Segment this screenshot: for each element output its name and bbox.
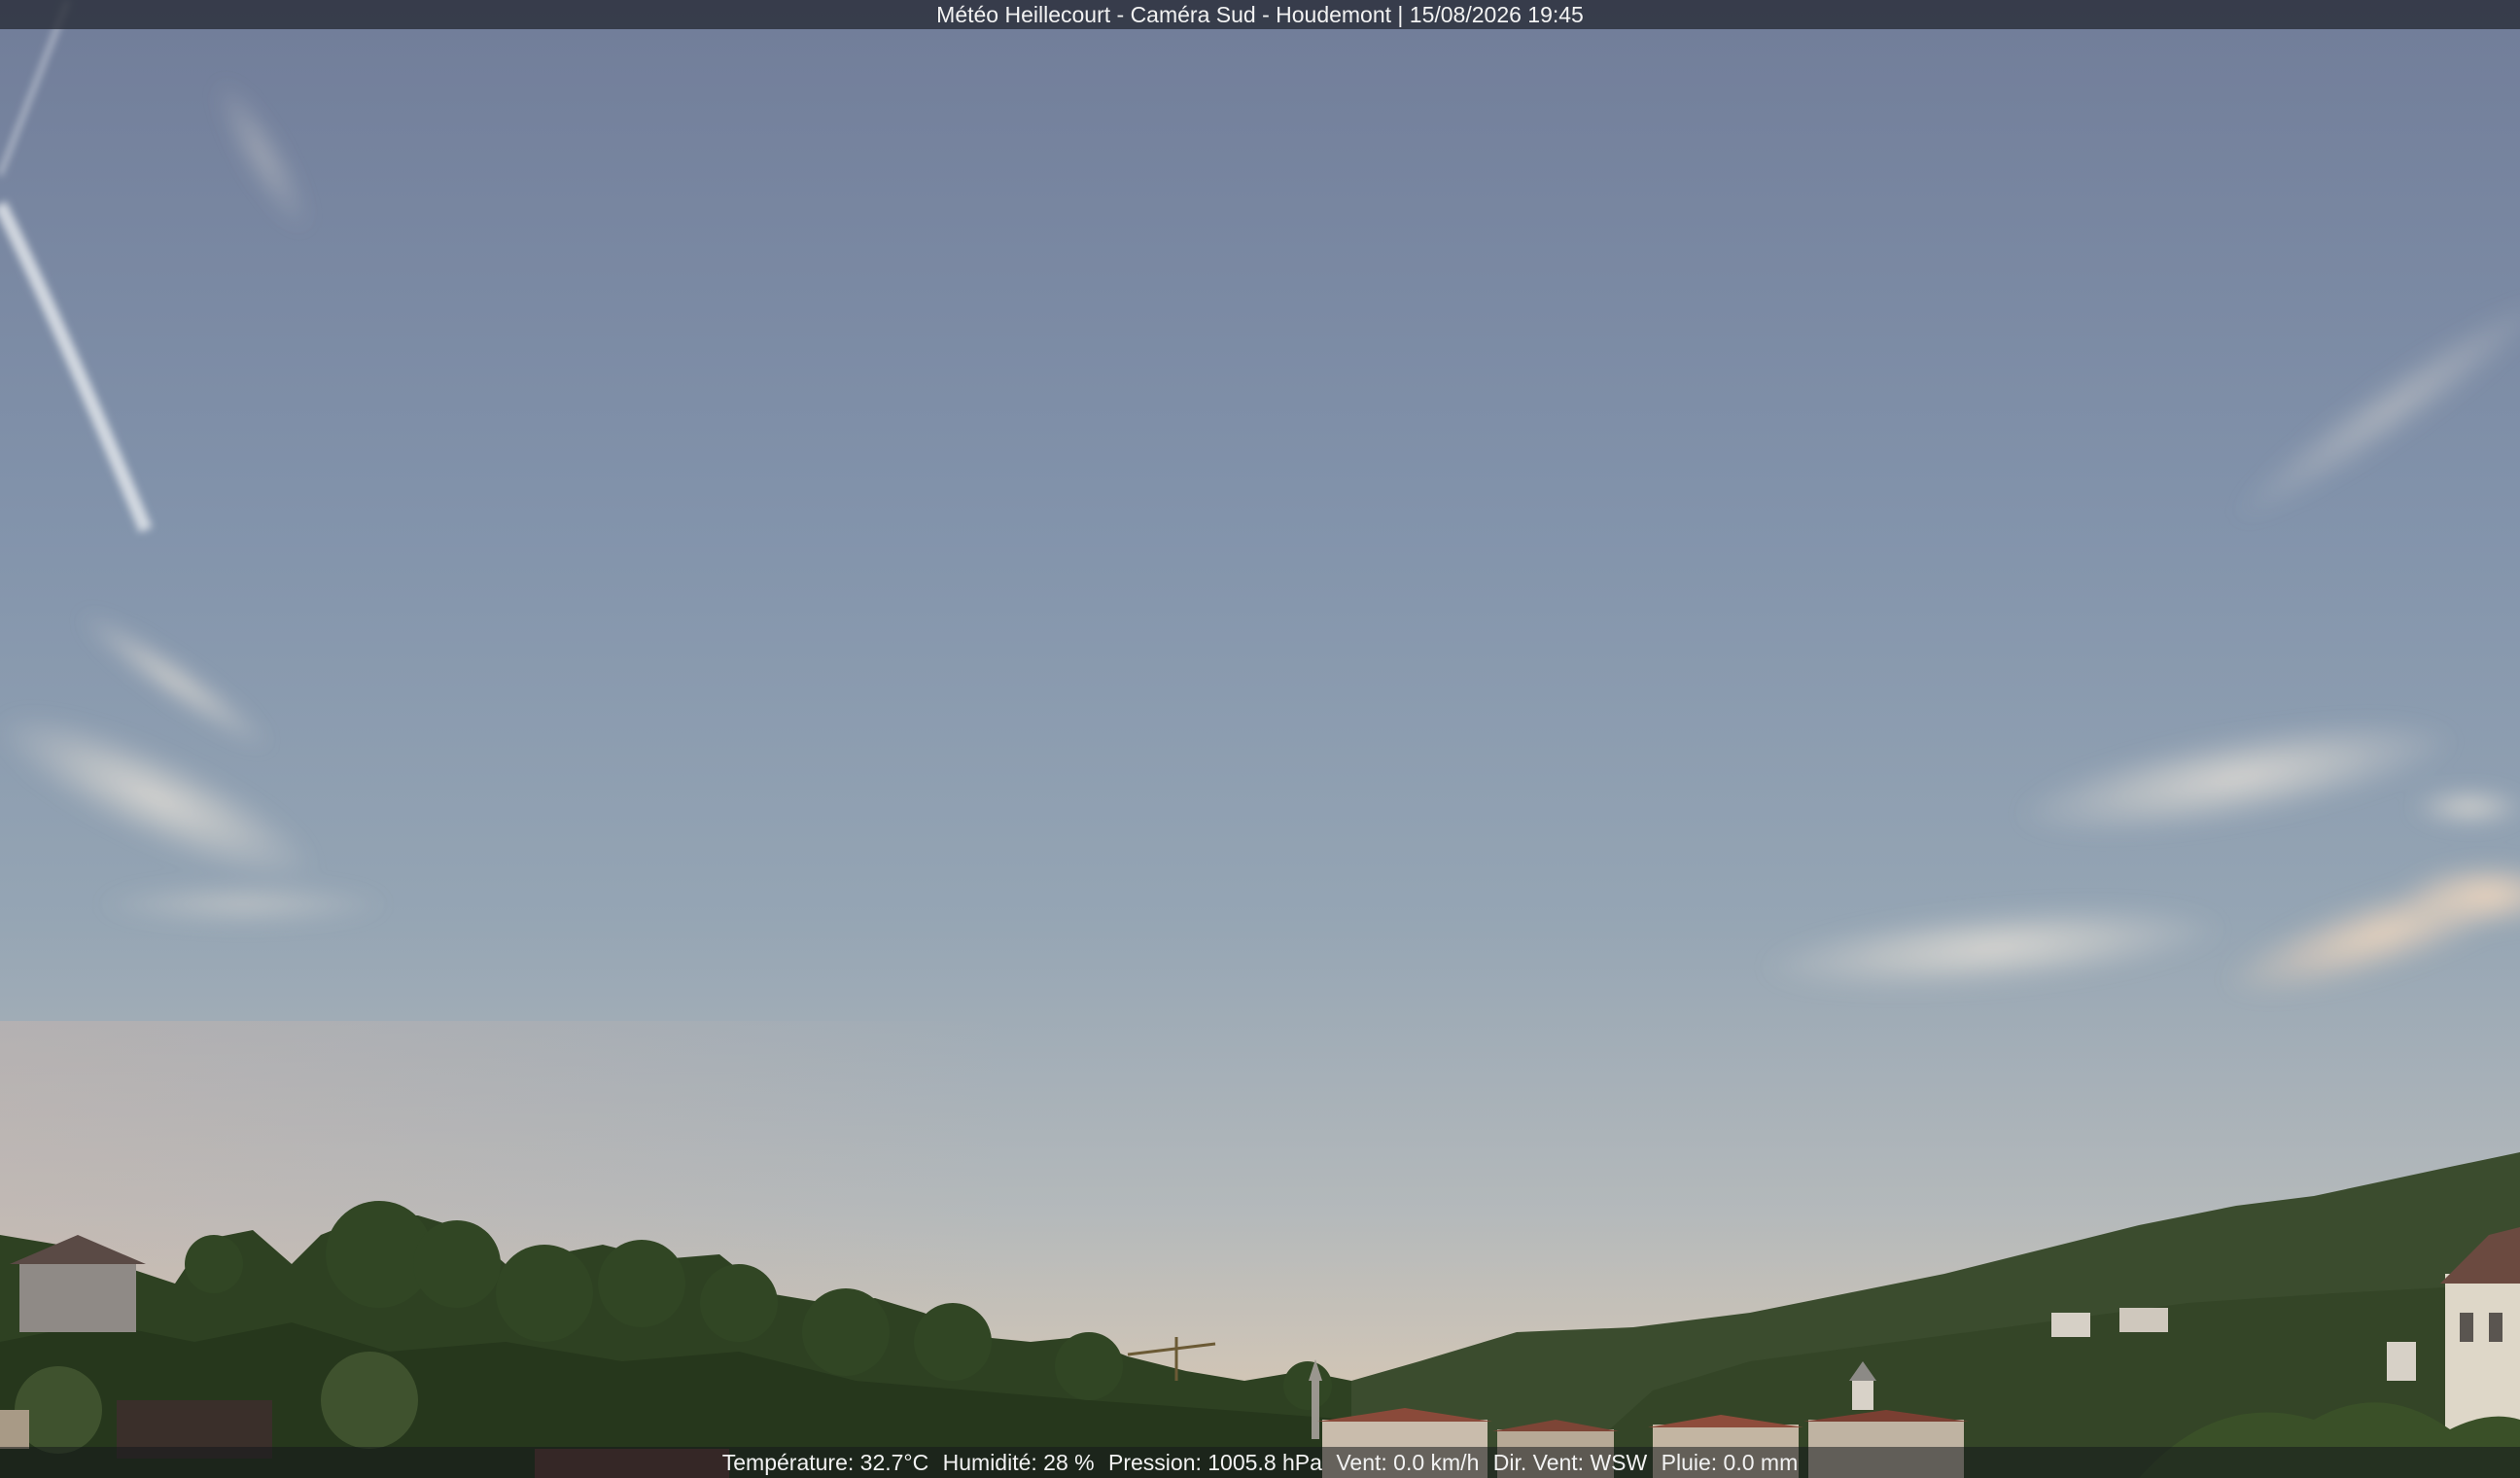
humidity-reading: Humidité: 28 %: [942, 1450, 1095, 1475]
wind-direction-reading: Dir. Vent: WSW: [1492, 1450, 1648, 1475]
webcam-title: Météo Heillecourt - Caméra Sud - Houdemo…: [936, 2, 1584, 27]
webcam-title-bar: Météo Heillecourt - Caméra Sud - Houdemo…: [0, 0, 2520, 29]
pressure-reading: Pression: 1005.8 hPa: [1108, 1450, 1322, 1475]
temperature-reading: Température: 32.7°C: [721, 1450, 929, 1475]
wind-speed-reading: Vent: 0.0 km/h: [1336, 1450, 1480, 1475]
webcam-image: [0, 0, 2520, 1478]
webcam-frame: Météo Heillecourt - Caméra Sud - Houdemo…: [0, 0, 2520, 1478]
weather-readings-bar: Température: 32.7°C Humidité: 28 % Press…: [0, 1447, 2520, 1478]
rain-reading: Pluie: 0.0 mm: [1661, 1450, 1799, 1475]
